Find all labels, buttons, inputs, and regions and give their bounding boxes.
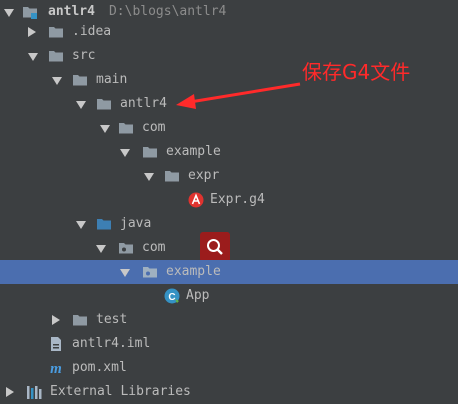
tree-label: src (72, 48, 96, 63)
tree-label: antlr4.iml (72, 336, 151, 351)
tree-label: test (96, 312, 128, 327)
iml-file-icon (51, 337, 61, 351)
tree-label: antlr4 (120, 96, 167, 111)
tree-item-example[interactable]: example (0, 140, 458, 164)
expand-arrow-icon[interactable] (144, 173, 154, 181)
tree-label: App (186, 288, 210, 303)
source-folder-icon (97, 219, 111, 230)
expand-arrow-icon[interactable] (120, 269, 130, 277)
tree-item-idea[interactable]: .idea (0, 20, 458, 44)
expand-arrow-icon[interactable] (4, 9, 14, 17)
tree-label: example (166, 264, 221, 279)
tree-item-test[interactable]: test (0, 308, 458, 332)
tree-label: com (142, 240, 166, 255)
expand-arrow-icon[interactable] (76, 101, 86, 109)
tree-label: .idea (72, 24, 112, 39)
collapse-arrow-icon[interactable] (6, 387, 14, 397)
tree-label: expr (188, 168, 220, 183)
svg-text:m: m (50, 361, 62, 376)
collapse-arrow-icon[interactable] (28, 27, 36, 37)
collapse-arrow-icon[interactable] (52, 315, 60, 325)
folder-icon (97, 99, 111, 110)
project-name: antlr4 (48, 4, 95, 19)
tree-label: External Libraries (50, 384, 191, 399)
package-icon (119, 243, 133, 254)
libraries-icon (27, 386, 42, 399)
tree-item-external-libraries[interactable]: External Libraries (0, 380, 458, 404)
maven-icon: m (50, 361, 62, 376)
expand-arrow-icon[interactable] (28, 53, 38, 61)
folder-icon (49, 27, 63, 38)
expand-arrow-icon[interactable] (96, 245, 106, 253)
tree-item-expr[interactable]: expr (0, 164, 458, 188)
module-folder-icon (23, 7, 37, 19)
package-icon (143, 267, 157, 278)
folder-icon (165, 171, 179, 182)
tree-item-app[interactable]: C App (0, 284, 458, 308)
folder-icon (119, 123, 133, 134)
expand-arrow-icon[interactable] (52, 77, 62, 85)
project-path: D:\blogs\antlr4 (108, 4, 227, 19)
folder-icon (73, 315, 87, 326)
annotation-text: 保存G4文件 (302, 60, 411, 84)
expand-arrow-icon[interactable] (100, 125, 110, 133)
annotation-arrow (176, 82, 301, 109)
tree-item-iml[interactable]: antlr4.iml (0, 332, 458, 356)
folder-icon (49, 51, 63, 62)
tree-label: Expr.g4 (210, 192, 265, 207)
tree-item-com[interactable]: com (0, 116, 458, 140)
tree-label: example (166, 144, 221, 159)
tree-label: main (96, 72, 128, 87)
antlr-icon (188, 192, 204, 208)
expand-arrow-icon[interactable] (120, 149, 130, 157)
tree-label: pom.xml (72, 360, 127, 375)
folder-icon (143, 147, 157, 158)
folder-icon (73, 75, 87, 86)
tree-item-pom[interactable]: m pom.xml (0, 356, 458, 380)
search-icon (207, 239, 223, 255)
svg-text:C: C (168, 292, 175, 303)
tree-label: com (142, 120, 166, 135)
java-class-icon: C (164, 288, 180, 304)
expand-arrow-icon[interactable] (76, 221, 86, 229)
tree-item-expr-g4[interactable]: Expr.g4 (0, 188, 458, 212)
search-overlay[interactable] (200, 232, 230, 262)
tree-item-example-package[interactable]: example (0, 260, 458, 284)
tree-label: java (120, 216, 152, 231)
